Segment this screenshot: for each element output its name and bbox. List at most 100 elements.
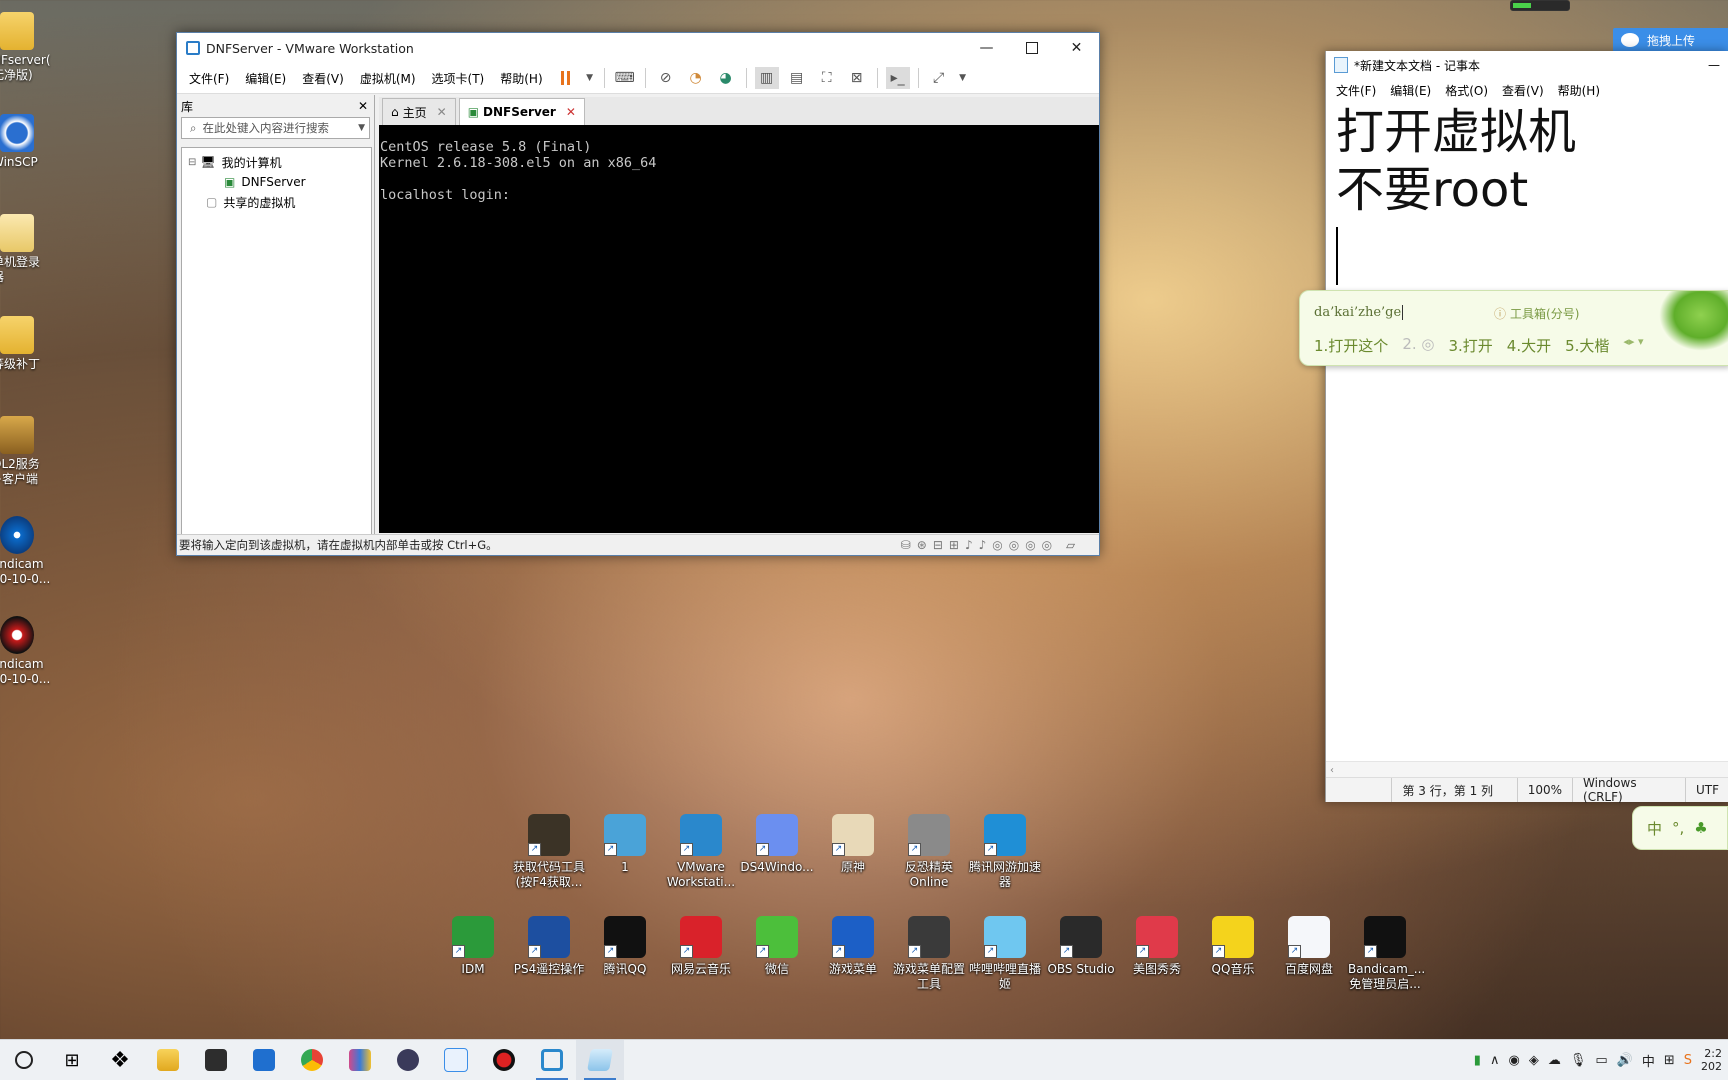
snapshot-button[interactable]: ⊘: [654, 67, 678, 89]
desktop-icon[interactable]: ↗ 腾讯网游加速 器: [968, 814, 1042, 890]
tree-node-dnfserver[interactable]: ▣ DNFServer: [182, 172, 371, 192]
snapshot-manager-button[interactable]: ◕: [714, 67, 738, 89]
desktop-icon-ol2[interactable]: OL2服务 +客户端: [0, 416, 52, 487]
close-library-button[interactable]: ✕: [358, 99, 368, 113]
thumbnail-bar-button[interactable]: ▤: [785, 67, 809, 89]
chevron-up-icon[interactable]: ∧: [1490, 1053, 1500, 1068]
fullscreen-button[interactable]: ⛶: [815, 67, 839, 89]
candidate-2[interactable]: 2. ◎: [1402, 335, 1434, 356]
shield-icon[interactable]: ◈: [1529, 1053, 1539, 1068]
ime-toolbox[interactable]: ⓘ 工具箱(分号): [1494, 305, 1579, 322]
send-ctrl-alt-del-button[interactable]: ⌨: [613, 67, 637, 89]
minimize-button[interactable]: —: [964, 33, 1009, 63]
tree-node-my-computer[interactable]: ⊟ 🖥 我的计算机: [182, 152, 371, 172]
desktop-icon[interactable]: ↗ 原神: [816, 814, 890, 875]
candidate-5[interactable]: 5.大楷: [1565, 335, 1609, 356]
ime-tray-label[interactable]: 中: [1642, 1051, 1655, 1070]
sogou-icon[interactable]: S: [1684, 1053, 1692, 1068]
library-search-input[interactable]: ⌕ 在此处键入内容进行搜索 ▼: [181, 117, 370, 139]
ime-status-bar[interactable]: 中 °, ♣: [1632, 806, 1728, 850]
taskbar-browser[interactable]: [288, 1040, 336, 1080]
taskbar-vmware[interactable]: [528, 1040, 576, 1080]
taskbar-mail[interactable]: [240, 1040, 288, 1080]
desktop-icon[interactable]: ↗ PS4遥控操作: [512, 916, 586, 977]
upload-button[interactable]: 拖拽上传: [1613, 28, 1728, 52]
desktop-icon[interactable]: ↗ 获取代码工具 (按F4获取...: [512, 814, 586, 890]
taskbar-winrar[interactable]: [336, 1040, 384, 1080]
desktop-icon[interactable]: ↗ 反恐精英 Online: [892, 814, 966, 890]
menu-file[interactable]: 文件(F): [181, 70, 237, 87]
tab-home[interactable]: ⌂ 主页 ✕: [382, 98, 456, 125]
desktop-icon[interactable]: ↗ 腾讯QQ: [588, 916, 662, 977]
close-tab-icon[interactable]: ✕: [437, 105, 447, 119]
volume-icon[interactable]: 🔊: [1617, 1053, 1633, 1068]
scroll-left-icon[interactable]: ‹: [1330, 765, 1334, 776]
clock[interactable]: 2:2 202: [1701, 1047, 1722, 1073]
desktop-icon-winscp[interactable]: WinSCP: [0, 114, 52, 170]
desktop-icon[interactable]: ↗ 游戏菜单: [816, 916, 890, 977]
notepad-titlebar[interactable]: *新建文本文档 - 记事本 —: [1326, 51, 1728, 79]
chevron-down-icon[interactable]: ▼: [957, 67, 969, 89]
desktop-icon-login[interactable]: 单机登录 器: [0, 214, 52, 285]
minimize-button[interactable]: —: [1699, 58, 1728, 72]
menu-vm[interactable]: 虚拟机(M): [352, 70, 424, 87]
chevron-down-icon[interactable]: ▼: [358, 123, 365, 133]
close-button[interactable]: ✕: [1054, 33, 1099, 63]
qq-tray-icon[interactable]: ◉: [1508, 1053, 1519, 1068]
show-library-button[interactable]: ▥: [754, 67, 779, 89]
revert-snapshot-button[interactable]: ◔: [684, 67, 708, 89]
network-icon[interactable]: ▭: [1595, 1053, 1607, 1068]
taskbar-baidu-netdisk[interactable]: [432, 1040, 480, 1080]
desktop-icon-nfserver[interactable]: NFserver( 无净版): [0, 12, 52, 83]
menu-view[interactable]: 查看(V): [294, 70, 352, 87]
desktop-icon[interactable]: ↗ 百度网盘: [1272, 916, 1346, 977]
desktop-icon[interactable]: ↗ 哔哩哔哩直播 姬: [968, 916, 1042, 992]
grid-icon[interactable]: ⊞: [1664, 1053, 1675, 1068]
message-log-icon[interactable]: ▱: [1066, 538, 1075, 552]
pause-button[interactable]: [554, 67, 578, 89]
menu-help[interactable]: 帮助(H): [492, 70, 550, 87]
menu-edit[interactable]: 编辑(E): [1383, 82, 1438, 99]
menu-format[interactable]: 格式(O): [1438, 82, 1495, 99]
desktop-icon[interactable]: ↗ VMware Workstati...: [664, 814, 738, 890]
candidate-1[interactable]: 1.打开这个: [1314, 335, 1388, 356]
desktop-icon-bandicam-video-2[interactable]: andicam 20-10-0...: [0, 616, 52, 687]
maximize-button[interactable]: [1009, 33, 1054, 63]
taskbar-store[interactable]: [192, 1040, 240, 1080]
desktop-icon[interactable]: ↗ 美图秀秀: [1120, 916, 1194, 977]
menu-view[interactable]: 查看(V): [1495, 82, 1551, 99]
desktop-icon[interactable]: ↗ Bandicam_... 免管理员启...: [1348, 916, 1425, 992]
desktop-icon[interactable]: ↗ 网易云音乐: [664, 916, 738, 977]
desktop-icon[interactable]: ↗ 微信: [740, 916, 814, 977]
battery-tray-icon[interactable]: ▮: [1474, 1053, 1481, 1068]
task-view-button[interactable]: ⊞: [48, 1040, 96, 1080]
desktop-icon-bandicam-video-1[interactable]: andicam 20-10-0...: [0, 516, 52, 587]
desktop-icon[interactable]: ↗ OBS Studio: [1044, 916, 1118, 977]
candidate-4[interactable]: 4.大开: [1507, 335, 1551, 356]
taskbar-bandicam[interactable]: [480, 1040, 528, 1080]
desktop-icon[interactable]: ↗ DS4Windo...: [740, 814, 814, 875]
taskbar-file-explorer[interactable]: [144, 1040, 192, 1080]
taskbar-app-icon[interactable]: ❖: [96, 1040, 144, 1080]
unity-button[interactable]: ⊠: [845, 67, 869, 89]
desktop-icon[interactable]: ↗ 游戏菜单配置 工具: [892, 916, 966, 992]
menu-edit[interactable]: 编辑(E): [237, 70, 294, 87]
desktop-icon[interactable]: ↗ 1: [588, 814, 662, 875]
page-arrows-icon[interactable]: ◂▸ ▾: [1623, 335, 1643, 356]
vm-console[interactable]: CentOS release 5.8 (Final) Kernel 2.6.18-…: [379, 125, 1099, 533]
tab-dnfserver[interactable]: ▣ DNFServer ✕: [458, 98, 585, 125]
collapse-icon[interactable]: ⊟: [188, 157, 196, 168]
desktop-icon[interactable]: ↗ QQ音乐: [1196, 916, 1270, 977]
stretch-button[interactable]: ⤢: [927, 67, 951, 89]
taskbar-game[interactable]: [384, 1040, 432, 1080]
console-view-button[interactable]: ▸_: [885, 67, 910, 89]
cloud-tray-icon[interactable]: ☁: [1548, 1053, 1561, 1068]
menu-help[interactable]: 帮助(H): [1551, 82, 1607, 99]
candidate-3[interactable]: 3.打开: [1448, 335, 1492, 356]
chevron-down-icon[interactable]: ▼: [584, 67, 596, 89]
close-tab-icon[interactable]: ✕: [566, 105, 576, 119]
device-status-icons[interactable]: ⛁⊛⊟⊞♪♪◎◎◎◎: [901, 538, 1058, 552]
search-button[interactable]: [0, 1040, 48, 1080]
menu-file[interactable]: 文件(F): [1329, 82, 1383, 99]
vmware-titlebar[interactable]: DNFServer - VMware Workstation — ✕: [177, 33, 1099, 63]
